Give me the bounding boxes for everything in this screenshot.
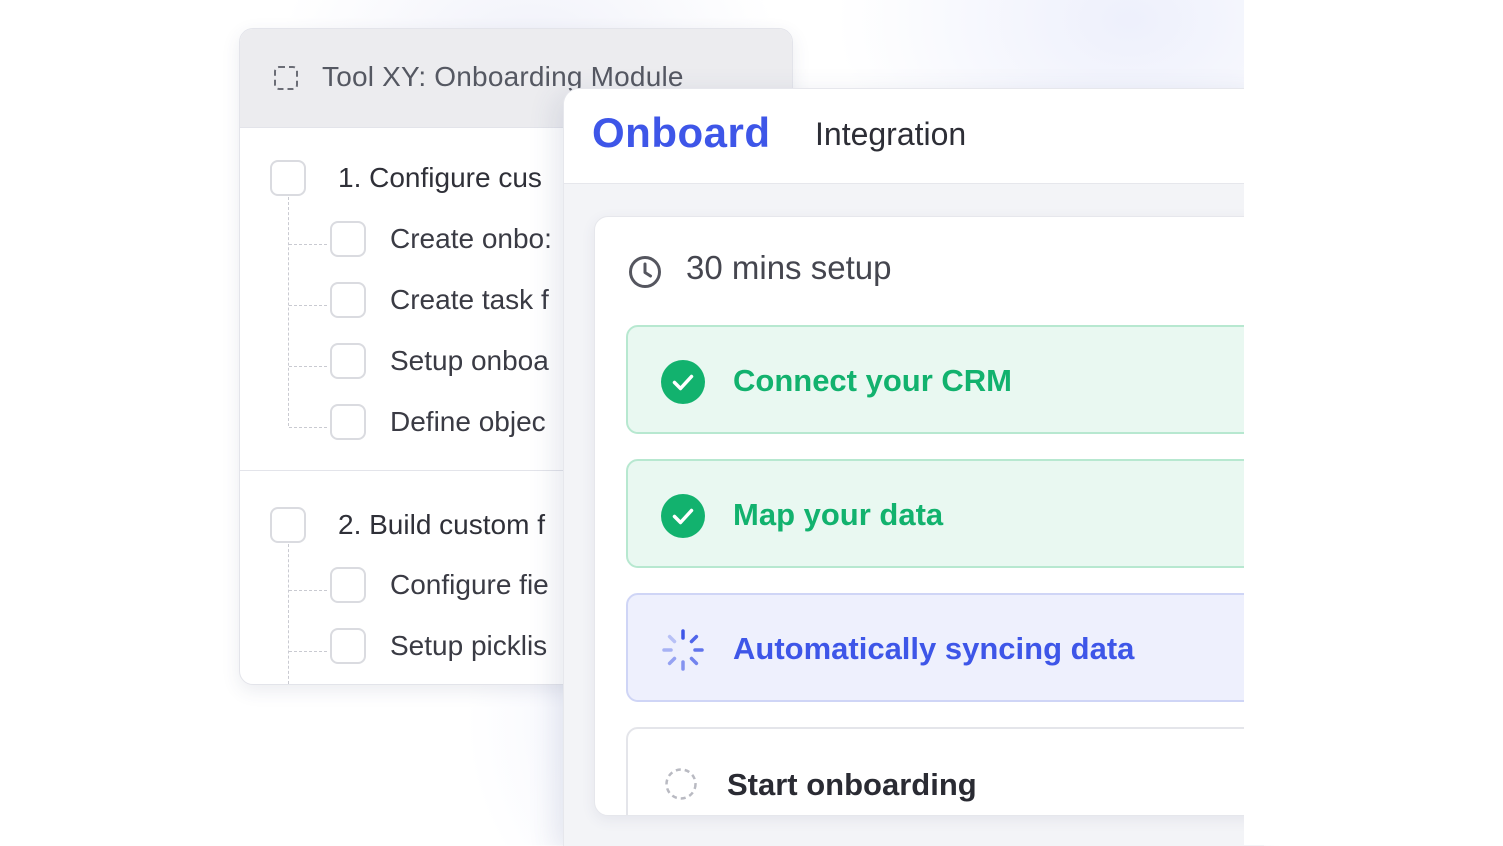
task-checkbox[interactable] bbox=[270, 507, 306, 543]
integration-body: 30 mins setup Connect your CRM Map your … bbox=[564, 184, 1296, 846]
dashed-square-icon bbox=[274, 66, 298, 90]
subtask-checkbox[interactable] bbox=[330, 221, 366, 257]
task-checkbox[interactable] bbox=[270, 160, 306, 196]
step-connect-crm[interactable]: Connect your CRM bbox=[626, 325, 1295, 434]
tree-connector bbox=[289, 244, 327, 245]
tree-connector bbox=[289, 590, 327, 591]
check-circle-icon bbox=[661, 494, 705, 538]
step-syncing-data[interactable]: Automatically syncing data bbox=[626, 593, 1295, 702]
setup-card: 30 mins setup Connect your CRM Map your … bbox=[594, 216, 1296, 816]
panel-title: Integration bbox=[815, 116, 967, 152]
step-label: Automatically syncing data bbox=[733, 631, 1135, 666]
subtask-checkbox[interactable] bbox=[330, 567, 366, 603]
tree-connector bbox=[289, 427, 327, 428]
brand-logo: Onboard bbox=[592, 109, 771, 156]
tree-connector bbox=[289, 366, 327, 367]
subtask-label: Define objec bbox=[390, 406, 546, 437]
setup-duration: 30 mins setup bbox=[686, 249, 892, 286]
step-label: Connect your CRM bbox=[733, 363, 1012, 398]
dashed-circle-icon bbox=[665, 768, 697, 800]
subtask-checkbox[interactable] bbox=[330, 404, 366, 440]
subtask-label: Setup onboa bbox=[390, 345, 549, 376]
task-label: 2. Build custom f bbox=[338, 509, 545, 540]
subtask-label: Configure fie bbox=[390, 569, 549, 600]
step-map-data[interactable]: Map your data bbox=[626, 459, 1295, 568]
spinner-icon bbox=[662, 629, 704, 671]
tree-connector bbox=[289, 651, 327, 652]
page-margin bbox=[1244, 0, 1503, 845]
tree-connector bbox=[288, 197, 289, 426]
subtask-checkbox[interactable] bbox=[330, 282, 366, 318]
step-label: Start onboarding bbox=[727, 767, 977, 802]
check-circle-icon bbox=[661, 360, 705, 404]
step-start-onboarding[interactable]: Start onboarding bbox=[626, 727, 1295, 815]
subtask-checkbox[interactable] bbox=[330, 343, 366, 379]
integration-header: Onboard Integration bbox=[564, 89, 1264, 184]
integration-panel: Onboard Integration 30 mins setup Connec… bbox=[563, 88, 1296, 846]
subtask-checkbox[interactable] bbox=[330, 628, 366, 664]
subtask-label: Setup picklis bbox=[390, 630, 548, 661]
clock-icon bbox=[629, 256, 661, 288]
subtask-label: Create task f bbox=[390, 284, 549, 315]
tree-connector bbox=[288, 544, 289, 684]
step-label: Map your data bbox=[733, 497, 944, 532]
subtask-label: Create onbo: bbox=[390, 223, 552, 254]
tree-connector bbox=[289, 305, 327, 306]
task-label: 1. Configure cus bbox=[338, 162, 542, 193]
